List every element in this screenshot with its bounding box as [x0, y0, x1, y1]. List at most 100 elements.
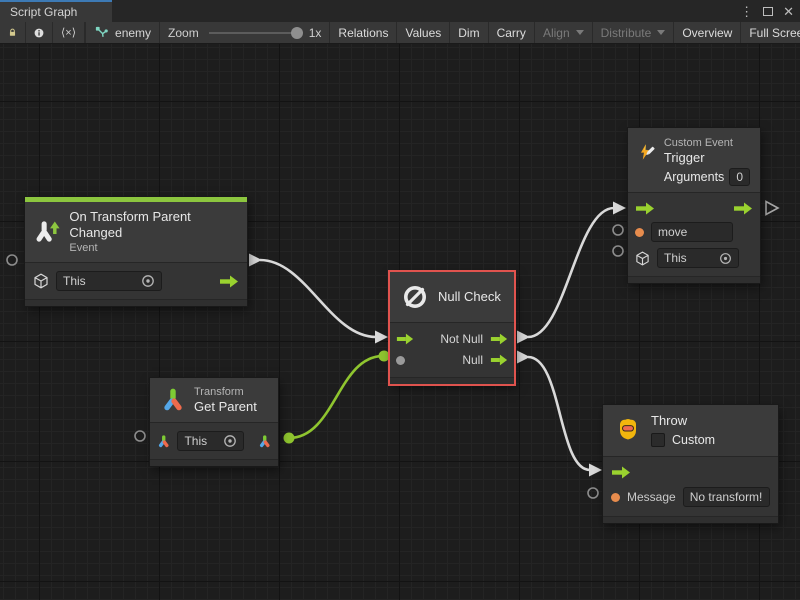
- relations-label: Relations: [338, 26, 388, 40]
- flow-input-port[interactable]: [611, 466, 631, 479]
- flow-input-port[interactable]: [635, 202, 655, 215]
- lock-button[interactable]: [0, 22, 26, 43]
- overview-label: Overview: [682, 26, 732, 40]
- node-get-parent[interactable]: Transform Get Parent This: [150, 378, 278, 466]
- value-input-port[interactable]: [396, 356, 405, 365]
- node-footer: [628, 276, 760, 283]
- relations-button[interactable]: Relations: [330, 22, 397, 43]
- node-null-check[interactable]: Null Check Not Null Null: [390, 272, 514, 384]
- unconnected-flow-triangle[interactable]: [766, 202, 778, 215]
- window-maximize-icon[interactable]: [763, 7, 773, 16]
- field-value: This: [664, 251, 713, 265]
- object-picker-icon[interactable]: [719, 252, 732, 265]
- code-view-button[interactable]: ⟨×⟩: [53, 22, 85, 43]
- graph-breadcrumb[interactable]: enemy: [86, 22, 160, 43]
- node-custom-event-trigger[interactable]: Custom Event Trigger Arguments 0: [628, 128, 760, 283]
- node-title: On Transform Parent Changed: [69, 209, 237, 241]
- info-button[interactable]: [26, 22, 53, 43]
- align-label: Align: [543, 26, 570, 40]
- object-picker-icon[interactable]: [223, 434, 237, 448]
- window-close-icon[interactable]: ✕: [783, 5, 794, 18]
- zoom-control: Zoom 1x: [160, 22, 330, 43]
- dim-label: Dim: [458, 26, 479, 40]
- arguments-count-field[interactable]: 0: [729, 168, 750, 186]
- graph-canvas[interactable]: On Transform Parent Changed Event This: [0, 44, 800, 600]
- carry-button[interactable]: Carry: [489, 22, 535, 43]
- custom-event-icon: [638, 136, 656, 168]
- transform-icon: [160, 387, 186, 413]
- node-on-transform-parent-changed[interactable]: On Transform Parent Changed Event This: [25, 197, 247, 306]
- arguments-label: Arguments: [664, 169, 724, 185]
- node-title: Throw: [651, 413, 715, 429]
- unconnected-port-circle[interactable]: [588, 488, 598, 498]
- string-input-port[interactable]: [635, 228, 644, 237]
- unconnected-port-circle[interactable]: [135, 431, 145, 441]
- fullscreen-button[interactable]: Full Screen: [741, 22, 800, 43]
- field-value: move: [658, 225, 726, 239]
- null-check-icon: [400, 282, 430, 312]
- connection-null-to-throw[interactable]: [528, 357, 590, 470]
- node-footer: [150, 459, 278, 466]
- graph-toolbar: ⟨×⟩ enemy Zoom 1x Relations Values Dim C…: [0, 22, 800, 44]
- flow-input-port[interactable]: [396, 333, 414, 345]
- wire-end-dot: [379, 351, 390, 362]
- graph-icon: [94, 25, 109, 40]
- node-category: Custom Event: [664, 136, 750, 150]
- zoom-slider-knob[interactable]: [291, 27, 303, 39]
- flow-output-port-not-null[interactable]: [490, 333, 508, 345]
- unconnected-port-circle[interactable]: [613, 246, 623, 256]
- this-target-field[interactable]: This: [56, 271, 162, 291]
- values-label: Values: [405, 26, 441, 40]
- graph-name: enemy: [115, 26, 151, 40]
- event-name-field[interactable]: move: [651, 222, 733, 242]
- connection-notnull-to-trigger[interactable]: [528, 208, 614, 337]
- window-menu-icon[interactable]: ⋮: [740, 5, 753, 18]
- throw-error-icon: [613, 413, 643, 443]
- custom-checkbox[interactable]: [651, 433, 665, 447]
- tab-script-graph[interactable]: Script Graph: [0, 0, 112, 22]
- connection-getparent-to-nullcheck[interactable]: [289, 356, 383, 438]
- node-subtitle: Event: [69, 241, 237, 255]
- port-label-null: Null: [462, 353, 483, 367]
- unconnected-port-circle[interactable]: [7, 255, 17, 265]
- wire-start-dot: [284, 433, 295, 444]
- this-target-field[interactable]: This: [177, 431, 243, 451]
- zoom-slider[interactable]: [209, 32, 301, 34]
- this-target-field[interactable]: This: [657, 248, 739, 268]
- object-picker-icon[interactable]: [141, 274, 155, 288]
- transform-output-port-icon[interactable]: [258, 434, 271, 449]
- node-title: Trigger: [664, 150, 750, 166]
- port-label-not-null: Not Null: [440, 332, 483, 346]
- wire-end-arrow: [613, 202, 626, 215]
- distribute-dropdown[interactable]: Distribute: [593, 22, 675, 43]
- distribute-label: Distribute: [601, 26, 652, 40]
- transform-port-icon[interactable]: [157, 434, 170, 449]
- tab-title: Script Graph: [10, 5, 77, 19]
- dim-button[interactable]: Dim: [450, 22, 488, 43]
- transform-event-icon: [35, 219, 61, 245]
- node-footer: [390, 377, 514, 384]
- align-dropdown[interactable]: Align: [535, 22, 593, 43]
- flow-output-port[interactable]: [733, 202, 753, 215]
- window-tab-bar: Script Graph ⋮ ✕: [0, 0, 800, 22]
- node-category: Transform: [194, 385, 257, 399]
- zoom-label: Zoom: [168, 26, 199, 40]
- info-icon: [34, 26, 44, 40]
- chevron-down-icon: [576, 30, 584, 35]
- node-footer: [25, 299, 247, 306]
- node-throw[interactable]: Throw Custom Message No transform!: [603, 405, 778, 523]
- connection-event-to-nullcheck[interactable]: [260, 260, 376, 337]
- overview-button[interactable]: Overview: [674, 22, 741, 43]
- flow-output-port-null[interactable]: [490, 354, 508, 366]
- code-icon: ⟨×⟩: [61, 26, 76, 39]
- fullscreen-label: Full Screen: [749, 26, 800, 40]
- field-value: This: [184, 434, 216, 448]
- wire-end-arrow: [589, 464, 602, 477]
- field-value: This: [63, 274, 135, 288]
- values-button[interactable]: Values: [397, 22, 450, 43]
- node-title: Get Parent: [194, 399, 257, 415]
- unconnected-port-circle[interactable]: [613, 225, 623, 235]
- flow-output-port[interactable]: [219, 275, 239, 288]
- message-input-port[interactable]: [611, 493, 620, 502]
- message-field[interactable]: No transform!: [683, 487, 770, 507]
